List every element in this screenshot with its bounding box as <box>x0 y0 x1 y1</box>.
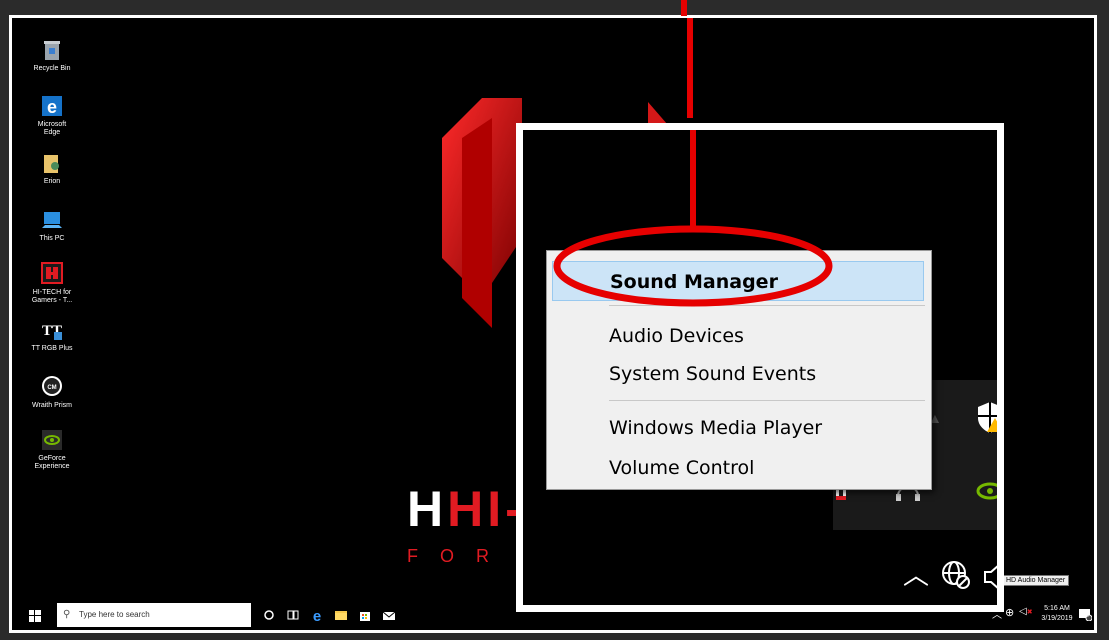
desktop-icon-edge[interactable]: e Microsoft Edge <box>22 94 82 137</box>
tooltip-text: HD Audio Manager <box>1006 577 1066 584</box>
windows-defender-shield-icon[interactable] <box>975 400 997 439</box>
mail-icon[interactable] <box>382 608 396 622</box>
svg-text:e: e <box>313 608 321 622</box>
clock-time: 5:16 AM <box>1044 605 1070 612</box>
task-view-icon[interactable] <box>286 608 300 622</box>
tooltip: HD Audio Manager <box>1002 575 1070 586</box>
desktop-icon-label: Recycle Bin <box>33 65 71 72</box>
notification-count: 3 <box>1086 613 1089 619</box>
menu-item-system-sound-events[interactable]: System Sound Events <box>552 354 924 394</box>
menu-item-windows-media-player[interactable]: Windows Media Player <box>552 408 924 448</box>
zoom-callout: ▲ ︿ Sound Manager Audio Devices System S… <box>516 123 1004 612</box>
menu-item-volume-control[interactable]: Volume Control <box>552 448 924 488</box>
desktop-icon-label: Microsoft Edge <box>37 121 67 136</box>
network-zoom-icon[interactable] <box>941 560 971 595</box>
start-windows-icon[interactable] <box>29 609 41 622</box>
screenshot-frame: Recycle Bin e Microsoft Edge Erion This … <box>9 15 1097 633</box>
network-icon[interactable]: ⊕ <box>1005 606 1014 619</box>
computer-icon <box>41 208 63 232</box>
edge-icon: e <box>41 94 63 118</box>
desktop-icon-hitech[interactable]: HI-TECH for Gamers - T... <box>22 262 82 305</box>
user-folder-icon <box>41 151 63 175</box>
wallpaper-sub-text: FOR <box>407 546 511 566</box>
tray-chevron-zoom-icon[interactable]: ︿ <box>903 562 929 588</box>
desktop-icon-label: This PC <box>39 235 65 242</box>
action-center-icon[interactable]: 3 <box>1078 607 1093 622</box>
desktop-icon-label: GeForce Experience <box>34 455 70 470</box>
volume-zoom-icon[interactable] <box>983 562 997 597</box>
desktop-icon-label: TT RGB Plus <box>31 345 73 352</box>
clock-date: 3/19/2019 <box>1041 615 1073 622</box>
search-placeholder: Type here to search <box>79 610 150 619</box>
desktop-icon-recycle-bin[interactable]: Recycle Bin <box>22 38 82 73</box>
desktop-icon-geforce[interactable]: GeForce Experience <box>22 428 82 471</box>
nvidia-tray-icon[interactable] <box>975 480 997 507</box>
wallpaper-brand-text: HHI- <box>407 481 526 537</box>
desktop-icon-label: Erion <box>43 178 61 185</box>
volume-muted-icon[interactable]: ◁✖ <box>1019 606 1033 617</box>
desktop-icon-label: Wraith Prism <box>32 402 72 409</box>
search-icon: ⚲ <box>63 609 71 620</box>
cooler-master-icon: CM <box>41 375 63 399</box>
menu-item-label: System Sound Events <box>609 363 817 385</box>
menu-item-audio-devices[interactable]: Audio Devices <box>552 316 924 356</box>
annotation-line-inner <box>690 130 696 226</box>
store-icon[interactable] <box>358 608 372 622</box>
desktop-icon-wraith-prism[interactable]: CM Wraith Prism <box>22 375 82 410</box>
taskbar-search-input[interactable]: ⚲ Type here to search <box>57 603 251 627</box>
desktop-icon-erion[interactable]: Erion <box>22 151 82 186</box>
svg-text:e: e <box>47 97 57 117</box>
svg-text:CM: CM <box>47 385 56 391</box>
menu-item-label: Audio Devices <box>609 325 744 347</box>
file-explorer-icon[interactable] <box>334 608 348 622</box>
tt-rgb-icon: TT <box>41 318 63 342</box>
menu-item-label: Volume Control <box>609 457 755 479</box>
desktop-icon-this-pc[interactable]: This PC <box>22 208 82 243</box>
annotation-line <box>687 18 693 118</box>
nvidia-icon <box>41 428 63 452</box>
menu-separator <box>609 400 925 401</box>
desktop-icon-tt-rgb[interactable]: TT TT RGB Plus <box>22 318 82 353</box>
desktop-icon-label: HI-TECH for Gamers - T... <box>31 289 73 304</box>
annotation-line-top <box>681 0 687 16</box>
clock[interactable]: 5:16 AM 3/19/2019 <box>1040 604 1074 624</box>
cortana-icon[interactable] <box>262 608 276 622</box>
menu-item-label: Windows Media Player <box>609 417 823 439</box>
recycle-bin-icon <box>41 38 63 62</box>
annotation-ellipse <box>553 225 833 307</box>
hitech-app-icon <box>41 262 63 286</box>
edge-taskbar-icon[interactable]: e <box>310 608 324 625</box>
